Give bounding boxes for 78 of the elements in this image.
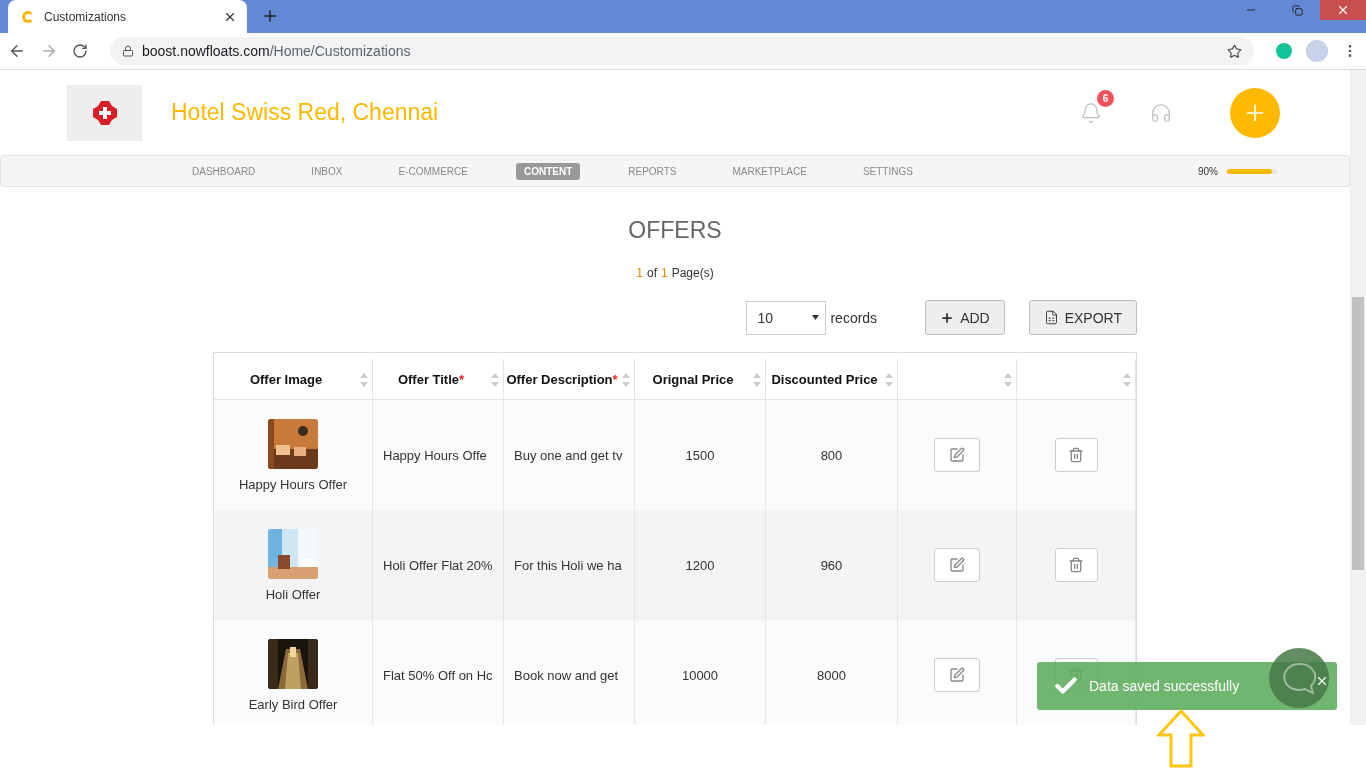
image-caption: Holi Offer bbox=[265, 586, 321, 602]
offer-description: For this Holi we ha bbox=[514, 557, 622, 573]
toast-message: Data saved successfully bbox=[1089, 678, 1240, 694]
sort-icon[interactable] bbox=[491, 373, 499, 387]
extension-icon[interactable] bbox=[1276, 43, 1292, 59]
discounted-price: 8000 bbox=[817, 667, 846, 683]
sort-icon[interactable] bbox=[753, 373, 761, 387]
delete-button[interactable] bbox=[1054, 438, 1098, 472]
image-caption: Happy Hours Offer bbox=[238, 476, 348, 492]
plus-icon bbox=[940, 310, 955, 325]
page-title: OFFERS bbox=[628, 217, 722, 244]
sort-icon[interactable] bbox=[622, 373, 630, 387]
edit-button[interactable] bbox=[934, 438, 980, 472]
column-title: Discounted Price bbox=[771, 371, 878, 387]
page-size-select[interactable]: 10 bbox=[746, 300, 827, 335]
progress-reading: 90% bbox=[1198, 165, 1218, 177]
column-title: Offer Image bbox=[249, 371, 323, 387]
forward-icon[interactable] bbox=[40, 42, 58, 60]
url-text: boost.nowfloats.com/Home/Customizations bbox=[142, 43, 411, 59]
spreadsheet-icon bbox=[1043, 310, 1059, 325]
export-button[interactable]: EXPORT bbox=[1028, 300, 1137, 335]
close-icon bbox=[1336, 3, 1350, 17]
offer-title: Happy Hours Offe bbox=[383, 447, 487, 463]
offer-title: Flat 50% Off on Hc bbox=[383, 667, 493, 683]
speech-bubble-icon bbox=[1282, 662, 1316, 694]
up-arrow-annotation bbox=[1157, 709, 1205, 768]
trash-icon bbox=[1068, 447, 1084, 463]
pager-text: Page(s) bbox=[671, 266, 714, 280]
add-button[interactable]: ADD bbox=[925, 300, 1005, 335]
original-price: 10000 bbox=[681, 667, 719, 683]
caret-icon bbox=[812, 315, 820, 320]
business-name: Hotel Swiss Red, Chennai bbox=[171, 99, 440, 126]
column-title: Offer Title* bbox=[397, 371, 465, 387]
image-caption: Early Bird Offer bbox=[248, 696, 338, 712]
column-title: Orignal Price bbox=[652, 371, 734, 387]
bookmark-star-icon[interactable] bbox=[1227, 43, 1242, 59]
edit-icon bbox=[949, 447, 965, 463]
current-page: 1 bbox=[636, 266, 643, 280]
support-headset-icon[interactable] bbox=[1150, 101, 1172, 124]
records-label: records bbox=[830, 309, 878, 326]
browser-tab[interactable]: Customizations bbox=[8, 0, 247, 33]
edit-button[interactable] bbox=[934, 548, 980, 582]
address-bar[interactable]: boost.nowfloats.com/Home/Customizations bbox=[110, 37, 1254, 65]
notification-bell-icon[interactable] bbox=[1080, 101, 1102, 124]
offer-title: Holi Offer Flat 20% bbox=[383, 557, 493, 573]
offer-description: Book now and get bbox=[514, 667, 619, 683]
column-title: Offer Description* bbox=[506, 371, 618, 387]
discounted-price: 960 bbox=[820, 557, 843, 573]
window-close-button[interactable] bbox=[1320, 0, 1366, 20]
edit-icon bbox=[949, 667, 965, 683]
close-icon[interactable] bbox=[1315, 674, 1329, 688]
scrollbar[interactable] bbox=[1350, 70, 1366, 725]
logo-icon bbox=[90, 98, 119, 127]
trash-icon bbox=[1068, 557, 1084, 573]
total-pages: 1 bbox=[661, 266, 668, 280]
sort-icon[interactable] bbox=[360, 373, 368, 387]
delete-button[interactable] bbox=[1054, 548, 1098, 582]
sort-icon[interactable] bbox=[885, 373, 893, 387]
notification-count: 6 bbox=[1097, 89, 1114, 107]
offer-description: Buy one and get tv bbox=[514, 447, 623, 463]
edit-icon bbox=[949, 557, 965, 573]
pager-text: of bbox=[646, 266, 657, 280]
new-tab-icon[interactable] bbox=[261, 7, 279, 25]
lock-icon bbox=[122, 45, 134, 57]
add-fab-button[interactable] bbox=[1230, 87, 1280, 138]
reload-icon[interactable] bbox=[72, 43, 88, 59]
sort-icon[interactable] bbox=[1123, 373, 1131, 387]
edit-button[interactable] bbox=[934, 658, 980, 692]
tab-title: Customizations bbox=[44, 9, 128, 24]
chat-button[interactable] bbox=[1269, 648, 1329, 708]
back-icon[interactable] bbox=[8, 42, 26, 60]
restore-icon bbox=[1291, 4, 1303, 16]
favicon-icon bbox=[22, 10, 34, 23]
original-price: 1500 bbox=[685, 447, 715, 463]
profile-avatar[interactable] bbox=[1306, 40, 1328, 62]
original-price: 1200 bbox=[685, 557, 715, 573]
sort-icon[interactable] bbox=[1004, 373, 1012, 387]
discounted-price: 800 bbox=[820, 447, 843, 463]
